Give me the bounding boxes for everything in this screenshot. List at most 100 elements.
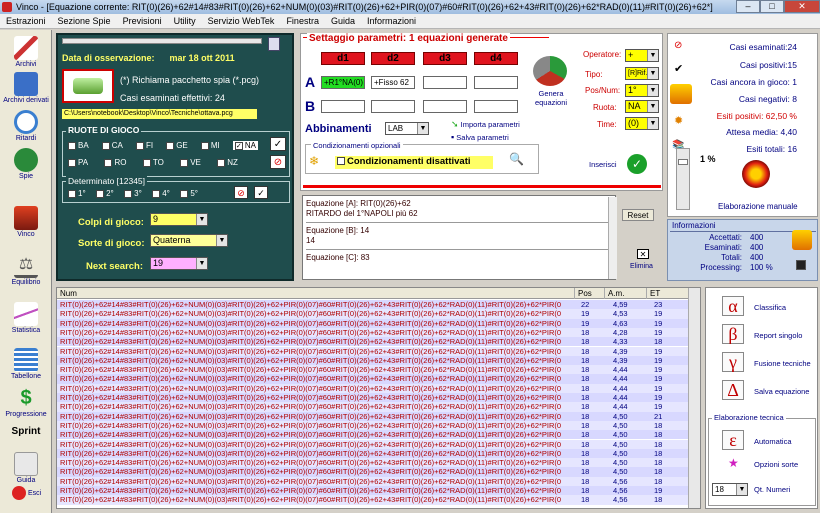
maximize-button[interactable]: □ — [760, 0, 784, 13]
header-pos[interactable]: Pos — [575, 288, 605, 299]
header-num[interactable]: Num — [57, 288, 575, 299]
table-row[interactable]: RIT(0)(26)+62#14#83#RIT(0)(26)+62+NUM(0)… — [57, 476, 689, 486]
table-row[interactable]: RIT(0)(26)+62#14#83#RIT(0)(26)+62+NUM(0)… — [57, 402, 689, 412]
table-row[interactable]: RIT(0)(26)+62#14#83#RIT(0)(26)+62+NUM(0)… — [57, 448, 689, 459]
wheel-ca[interactable]: CA — [101, 141, 123, 150]
epsilon-button[interactable]: ε — [722, 430, 744, 450]
table-row[interactable]: RIT(0)(26)+62#14#83#RIT(0)(26)+62+NUM(0)… — [57, 467, 689, 477]
wheel-ge[interactable]: GE — [166, 141, 188, 150]
table-row[interactable]: RIT(0)(26)+62#14#83#RIT(0)(26)+62+NUM(0)… — [57, 383, 689, 393]
sidebar-item-tabellone[interactable]: Tabellone — [0, 348, 52, 380]
next-select[interactable]: 19 ▼ — [150, 257, 208, 270]
clear-det-icon[interactable]: ⊘ — [234, 186, 248, 199]
wheel-na[interactable]: ✓ NA — [232, 141, 258, 150]
wheel-mi[interactable]: MI — [200, 141, 220, 150]
progress-slider[interactable] — [676, 148, 690, 210]
date-scrollbar[interactable] — [62, 38, 262, 44]
minimize-button[interactable]: – — [736, 0, 760, 13]
b-d2-field[interactable] — [371, 100, 415, 113]
manual-process-icon[interactable] — [742, 160, 770, 188]
generate-equations-icon[interactable] — [533, 56, 567, 86]
table-row[interactable]: RIT(0)(26)+62#14#83#RIT(0)(26)+62+NUM(0)… — [57, 318, 689, 328]
sidebar-item-ritardi[interactable]: Ritardi — [0, 110, 52, 142]
header-am[interactable]: A.m. — [605, 288, 647, 299]
delete-icon[interactable]: ✕ — [637, 249, 649, 259]
b-d3-field[interactable] — [423, 100, 467, 113]
det-2[interactable]: ✓ 2° — [96, 189, 114, 198]
delta-button[interactable]: Δ — [722, 380, 744, 400]
stop-icon[interactable]: ⊘ — [674, 40, 682, 51]
jar-icon[interactable] — [670, 84, 692, 104]
info-jar-icon[interactable] — [792, 230, 812, 250]
table-row[interactable]: RIT(0)(26)+62#14#83#RIT(0)(26)+62+NUM(0)… — [57, 458, 689, 468]
wheel-to[interactable]: TO — [142, 158, 164, 167]
ruota-select[interactable]: NA ▼ — [625, 100, 659, 113]
a-d3-field[interactable] — [423, 76, 467, 89]
textarea-scrollbar[interactable] — [608, 197, 617, 279]
wheel-ve[interactable]: VE — [180, 158, 201, 167]
alpha-button[interactable]: α — [722, 296, 744, 316]
table-row[interactable]: RIT(0)(26)+62#14#83#RIT(0)(26)+62+NUM(0)… — [57, 420, 689, 431]
menu-informazioni[interactable]: Informazioni — [361, 16, 422, 26]
slider-thumb[interactable] — [678, 159, 688, 165]
cond-toggle[interactable]: Condizionamenti disattivati — [335, 156, 493, 169]
select-all-wheels-check[interactable]: ✓ — [270, 137, 286, 151]
qt-select[interactable]: 18 ▼ — [712, 483, 748, 496]
menu-finestra[interactable]: Finestra — [280, 16, 325, 26]
table-row[interactable]: RIT(0)(26)+62#14#83#RIT(0)(26)+62+NUM(0)… — [57, 365, 689, 375]
det-3[interactable]: ✓ 3° — [124, 189, 142, 198]
close-button[interactable]: ✕ — [784, 0, 820, 13]
table-row[interactable]: RIT(0)(26)+62#14#83#RIT(0)(26)+62+NUM(0)… — [57, 300, 689, 310]
gamma-button[interactable]: γ — [722, 352, 744, 372]
pos-select[interactable]: 1° ▼ — [625, 84, 659, 97]
menu-estrazioni[interactable]: Estrazioni — [0, 16, 52, 26]
det-4[interactable]: ✓ 4° — [152, 189, 170, 198]
spy-package-button[interactable] — [62, 69, 114, 103]
a-d1-field[interactable]: +R1°NA(0) — [321, 76, 365, 89]
beta-button[interactable]: β — [722, 324, 744, 344]
sidebar-item-archivi[interactable]: Archivi — [0, 36, 52, 68]
header-et[interactable]: ET — [647, 288, 689, 299]
a-d4-field[interactable] — [474, 76, 518, 89]
sidebar-item-spie[interactable]: Spie — [0, 148, 52, 180]
insert-check-icon[interactable]: ✓ — [627, 154, 647, 174]
table-row[interactable]: RIT(0)(26)+62#14#83#RIT(0)(26)+62+NUM(0)… — [57, 430, 689, 440]
import-button[interactable]: ➘ Importa parametri — [451, 119, 520, 130]
table-scrollbar[interactable] — [688, 288, 700, 508]
sidebar-item-esci[interactable]: Esci — [0, 486, 52, 500]
table-row[interactable]: RIT(0)(26)+62#14#83#RIT(0)(26)+62+NUM(0)… — [57, 327, 689, 338]
table-row[interactable]: RIT(0)(26)+62#14#83#RIT(0)(26)+62+NUM(0)… — [57, 439, 689, 449]
equation-textarea[interactable]: Equazione [A]: RIT(0)(26)+62 RITARDO del… — [302, 195, 616, 280]
sorte-select[interactable]: Quaterna ▼ — [150, 234, 228, 247]
menu-servizio-webtek[interactable]: Servizio WebTek — [202, 16, 281, 26]
path-field[interactable]: C:\Users\notebook\Desktop\Vinco\Tecniche… — [62, 109, 257, 119]
search-icon[interactable]: 🔍 — [509, 152, 524, 166]
clear-wheels-icon[interactable]: ⊘ — [270, 155, 286, 169]
save-disk-icon[interactable] — [268, 37, 280, 51]
wheel-fi[interactable]: FI — [135, 141, 153, 150]
table-row[interactable]: RIT(0)(26)+62#14#83#RIT(0)(26)+62+NUM(0)… — [57, 337, 689, 347]
info-save-icon[interactable] — [796, 260, 806, 270]
b-d4-field[interactable] — [474, 100, 518, 113]
sidebar-item-statistica[interactable]: Statistica — [0, 302, 52, 334]
abb-select[interactable]: LAB ▼ — [385, 122, 429, 135]
menu-utility[interactable]: Utility — [168, 16, 202, 26]
sidebar-item-progressione[interactable]: $ Progressione — [0, 386, 52, 418]
b-d1-field[interactable] — [321, 100, 365, 113]
table-row[interactable]: RIT(0)(26)+62#14#83#RIT(0)(26)+62+NUM(0)… — [57, 486, 689, 496]
sidebar-item-sprint[interactable]: Sprint — [0, 426, 52, 437]
sidebar-item-vinco[interactable]: Vinco — [0, 206, 52, 238]
table-row[interactable]: RIT(0)(26)+62#14#83#RIT(0)(26)+62+NUM(0)… — [57, 355, 689, 366]
save-params-button[interactable]: ▪ Salva parametri — [451, 132, 509, 142]
star-icon[interactable]: ★ — [728, 456, 739, 470]
table-row[interactable]: RIT(0)(26)+62#14#83#RIT(0)(26)+62+NUM(0)… — [57, 309, 689, 319]
sidebar-item-guida[interactable]: Guida — [0, 452, 52, 484]
menu-sezione-spie[interactable]: Sezione Spie — [52, 16, 117, 26]
sidebar-item-archivi-derivati[interactable]: Archivi derivati — [0, 72, 52, 104]
sun-icon[interactable]: ✹ — [674, 114, 683, 127]
table-row[interactable]: RIT(0)(26)+62#14#83#RIT(0)(26)+62+NUM(0)… — [57, 374, 689, 384]
menu-previsioni[interactable]: Previsioni — [117, 16, 168, 26]
det-5[interactable]: ✓ 5° — [180, 189, 198, 198]
reset-button[interactable]: Reset — [622, 209, 654, 221]
select-det-check[interactable]: ✓ — [254, 186, 268, 199]
